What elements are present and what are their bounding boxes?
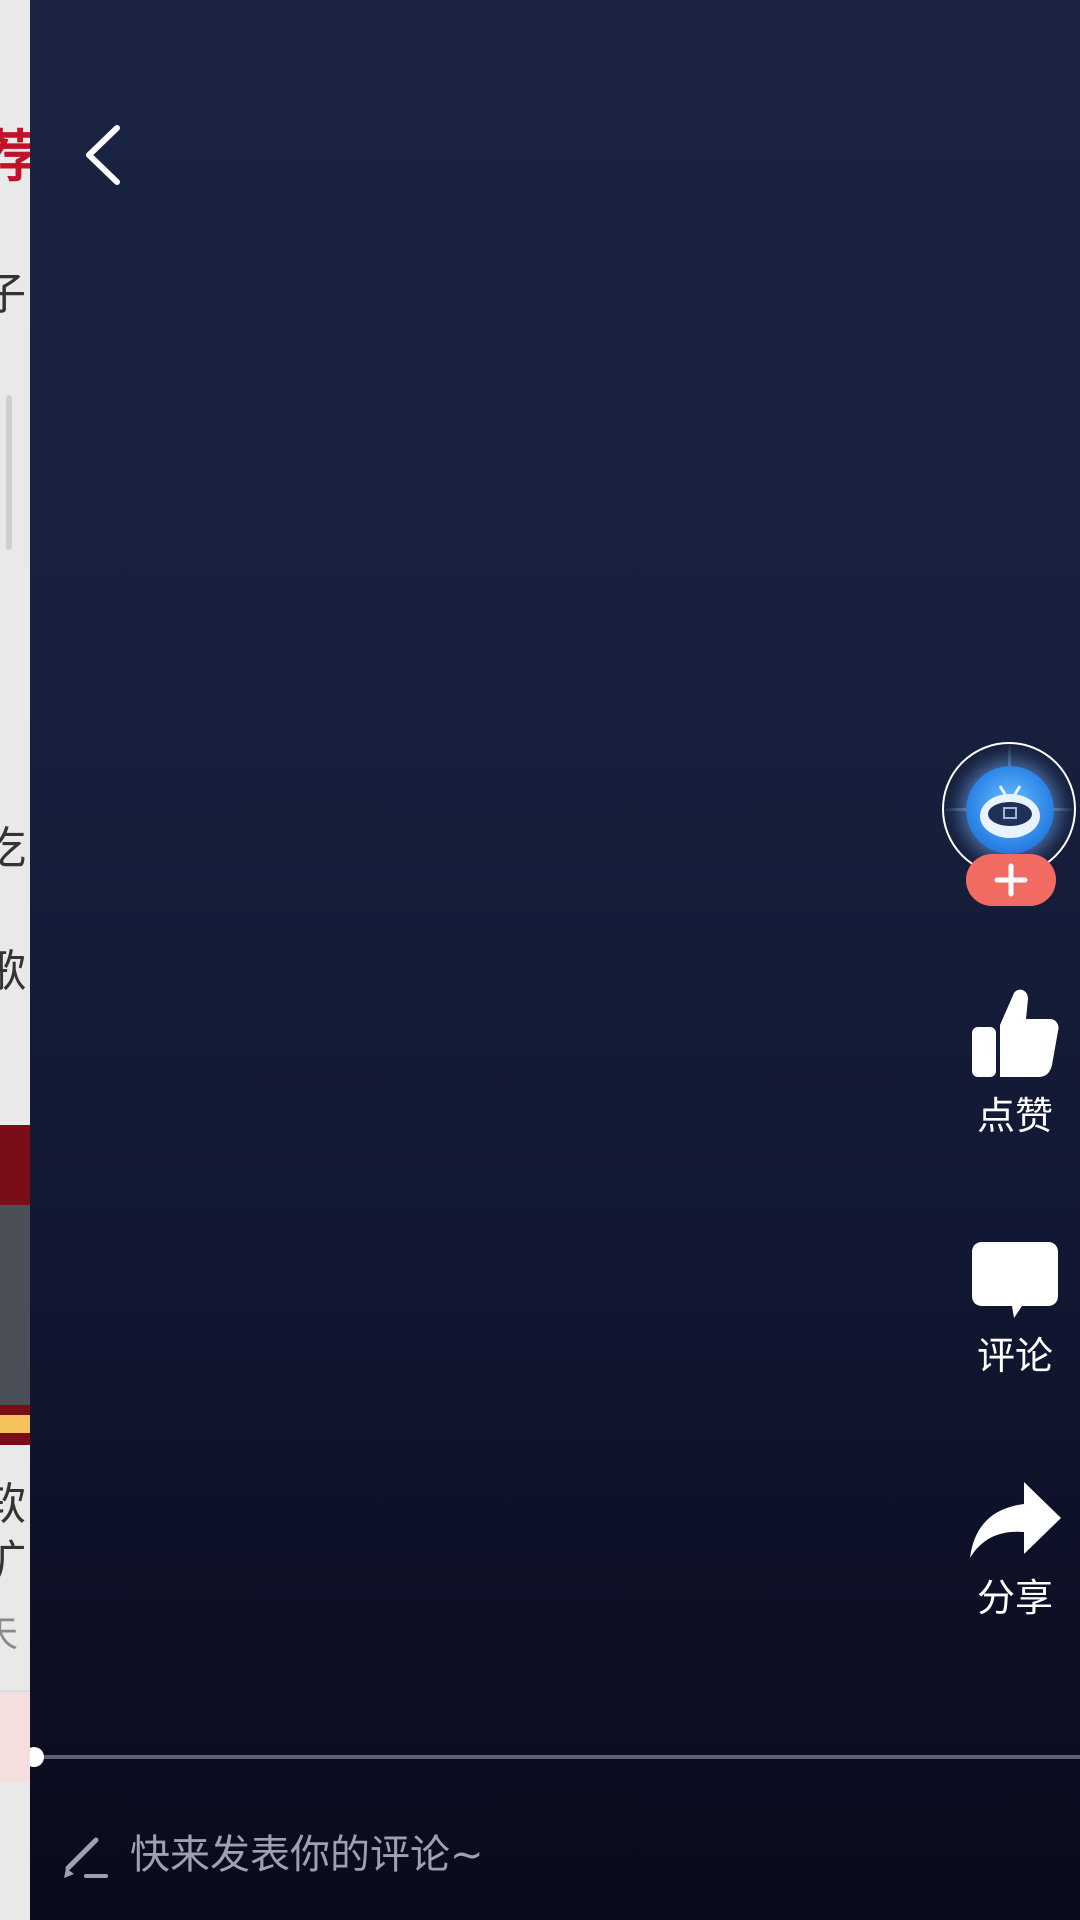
background-thumbnail <box>0 1125 30 1445</box>
video-panel: 点赞 评论 分享 快来发表你的评论~ <box>30 0 1080 1920</box>
like-label: 点赞 <box>976 1094 1053 1138</box>
back-button[interactable] <box>75 120 135 190</box>
background-fragment: 子 <box>0 269 26 320</box>
thumbs-up-icon <box>972 989 1059 1077</box>
video-progress-bar[interactable] <box>30 1747 1080 1767</box>
background-fragment: 吃 <box>0 823 26 874</box>
background-fragment: 天 <box>0 1614 19 1655</box>
share-label: 分享 <box>976 1576 1053 1620</box>
author-avatar-group <box>942 742 1080 912</box>
like-button[interactable]: 点赞 <box>950 985 1080 1138</box>
background-card <box>0 1690 30 1782</box>
comment-input[interactable]: 快来发表你的评论~ <box>30 1800 1080 1910</box>
background-fragment: 软 <box>0 1479 26 1530</box>
share-arrow-icon <box>969 1482 1061 1558</box>
background-scrollbar <box>6 395 12 550</box>
comment-placeholder: 快来发表你的评论~ <box>130 1832 484 1878</box>
background-app-strip: 荐 子 吃 歌 软 扩 天 <box>0 0 30 1920</box>
background-fragment: 扩 <box>0 1536 26 1587</box>
pen-icon <box>64 1837 108 1878</box>
background-fragment: 荐 <box>0 125 30 190</box>
share-button[interactable]: 分享 <box>950 1480 1080 1620</box>
plus-icon <box>994 863 1028 897</box>
comment-label: 评论 <box>976 1334 1053 1378</box>
robot-avatar-icon <box>980 785 1040 838</box>
avatar[interactable] <box>966 766 1054 854</box>
progress-knob[interactable] <box>30 1747 44 1767</box>
comment-bubble-icon <box>972 1242 1058 1318</box>
follow-button[interactable] <box>966 854 1056 906</box>
background-fragment: 歌 <box>0 946 26 997</box>
comment-button[interactable]: 评论 <box>950 1240 1080 1378</box>
back-arrow-icon <box>86 125 120 185</box>
